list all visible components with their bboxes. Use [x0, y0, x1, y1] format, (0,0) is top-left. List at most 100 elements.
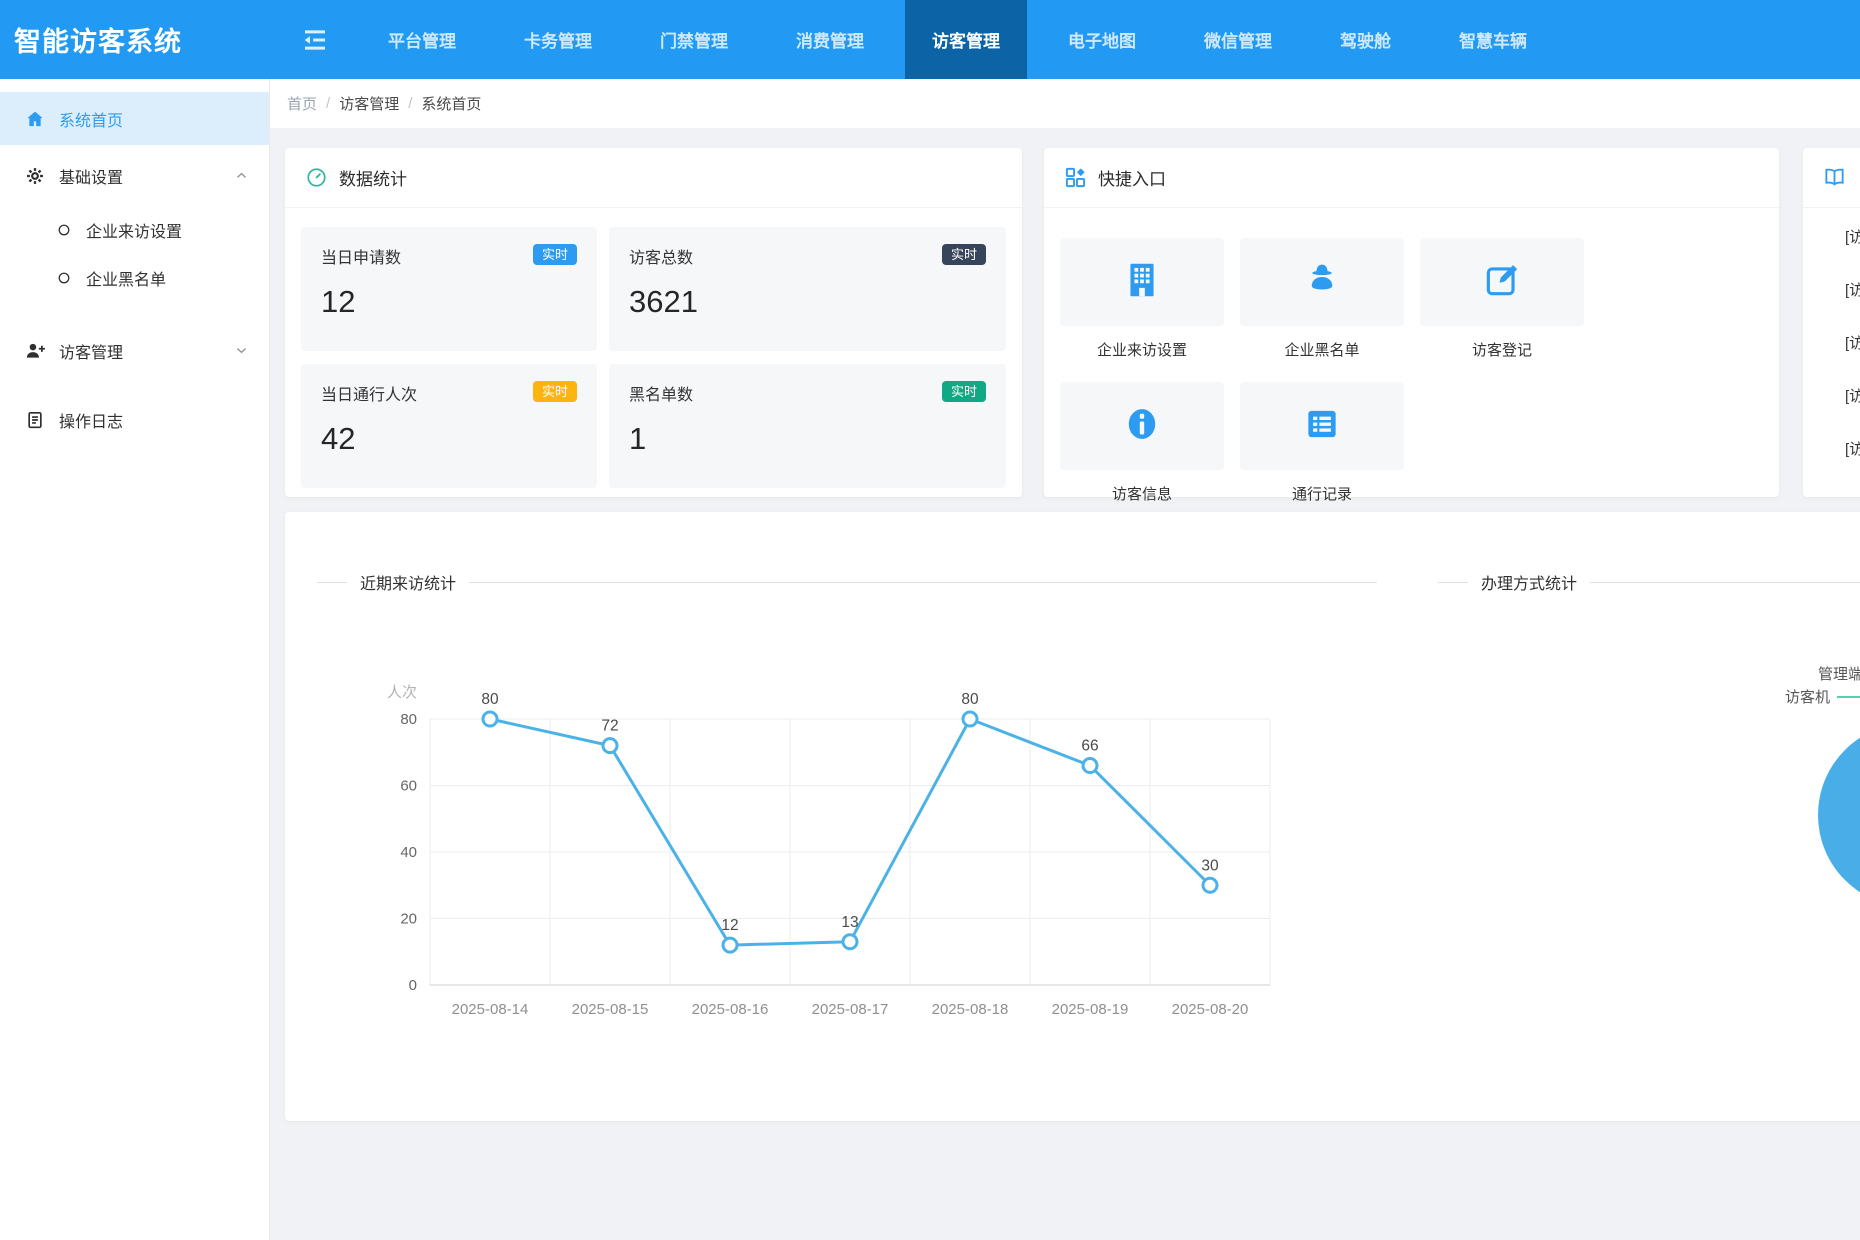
notice-item-3[interactable]: [访 — [1845, 316, 1860, 369]
main-content: 数据统计 当日申请数实时12访客总数实时3621当日通行人次实时42黑名单数实时… — [270, 128, 1860, 1240]
stat-badge: 实时 — [533, 381, 577, 402]
nav-item-8[interactable]: 驾驶舱 — [1313, 0, 1418, 79]
stats-card: 数据统计 当日申请数实时12访客总数实时3621当日通行人次实时42黑名单数实时… — [285, 148, 1022, 497]
breadcrumb-item-1[interactable]: 首页 — [287, 93, 317, 114]
svg-text:80: 80 — [400, 711, 417, 728]
stat-badge: 实时 — [942, 244, 986, 265]
user-plus-icon — [25, 341, 45, 361]
nav-menu: 平台管理卡务管理门禁管理消费管理访客管理电子地图微信管理驾驶舱智慧车辆 — [354, 0, 1561, 79]
stat-value: 12 — [321, 284, 577, 320]
stat-value: 3621 — [629, 284, 986, 320]
notice-item-1[interactable]: [访 — [1845, 210, 1860, 263]
svg-text:2025-08-15: 2025-08-15 — [572, 1001, 649, 1018]
svg-text:13: 13 — [841, 914, 858, 931]
stat-box-3: 当日通行人次实时42 — [301, 364, 597, 488]
stats-card-title: 数据统计 — [339, 165, 407, 190]
shortcuts-card-header: 快捷入口 — [1044, 148, 1779, 208]
pie-label-kiosk: 访客机 — [1785, 686, 1860, 707]
sidebar-item-2[interactable]: 基础设置 — [0, 149, 269, 202]
grid-icon — [1064, 166, 1087, 189]
nav-item-3[interactable]: 门禁管理 — [633, 0, 755, 79]
methods-chart-divider: 办理方式统计 — [1438, 570, 1860, 594]
visits-chart-title: 近期来访统计 — [360, 570, 456, 594]
svg-text:2025-08-18: 2025-08-18 — [932, 1001, 1009, 1018]
app-logo: 智能访客系统 — [0, 0, 270, 79]
spy-icon — [1301, 259, 1343, 306]
home-icon — [25, 109, 45, 129]
stat-badge: 实时 — [942, 381, 986, 402]
notice-list: [访[访[访[访[访 — [1803, 208, 1860, 475]
charts-card: 近期来访统计 办理方式统计 020406080人次2025-08-142025-… — [285, 512, 1860, 1121]
nav-item-1[interactable]: 平台管理 — [361, 0, 483, 79]
sidebar-item-label: 基础设置 — [59, 164, 123, 188]
gear-icon — [25, 166, 45, 186]
breadcrumb-item-3: 系统首页 — [421, 93, 481, 114]
building-icon — [1121, 259, 1163, 306]
shortcut-4[interactable]: 访客信息 — [1060, 382, 1224, 504]
shortcut-label: 企业来访设置 — [1060, 339, 1224, 360]
visits-chart-divider: 近期来访统计 — [317, 570, 1377, 594]
sidebar: 系统首页基础设置企业来访设置企业黑名单访客管理操作日志 — [0, 79, 270, 1240]
svg-text:12: 12 — [721, 917, 738, 934]
sidebar-subitem-2-2[interactable]: 企业黑名单 — [0, 254, 269, 302]
stat-badge: 实时 — [533, 244, 577, 265]
breadcrumb-separator: / — [326, 95, 330, 112]
circle-icon — [57, 271, 71, 285]
shortcut-2[interactable]: 企业黑名单 — [1240, 238, 1404, 360]
stat-value: 1 — [629, 421, 986, 457]
breadcrumb-item-2[interactable]: 访客管理 — [339, 93, 399, 114]
svg-text:2025-08-20: 2025-08-20 — [1172, 1001, 1249, 1018]
breadcrumb-separator: / — [408, 95, 412, 112]
sidebar-item-4[interactable]: 操作日志 — [0, 393, 269, 446]
shortcuts-card: 快捷入口 企业来访设置企业黑名单访客登记访客信息通行记录 — [1044, 148, 1779, 497]
stat-label: 当日申请数 — [321, 244, 401, 268]
breadcrumb: 首页 / 访客管理 / 系统首页 — [270, 79, 1860, 128]
shortcuts-card-title: 快捷入口 — [1098, 165, 1166, 190]
svg-text:40: 40 — [400, 844, 417, 861]
svg-text:30: 30 — [1201, 857, 1219, 874]
shortcut-3[interactable]: 访客登记 — [1420, 238, 1584, 360]
info-icon — [1121, 403, 1163, 450]
nav-item-5[interactable]: 访客管理 — [905, 0, 1027, 79]
chevron-down-icon — [234, 343, 249, 358]
nav-item-2[interactable]: 卡务管理 — [497, 0, 619, 79]
book-icon — [1823, 166, 1846, 189]
records-icon — [1301, 403, 1343, 450]
svg-text:2025-08-19: 2025-08-19 — [1052, 1001, 1129, 1018]
stat-label: 黑名单数 — [629, 381, 693, 405]
sidebar-subitem-2-1[interactable]: 企业来访设置 — [0, 206, 269, 254]
notice-item-4[interactable]: [访 — [1845, 369, 1860, 422]
stat-box-4: 黑名单数 实时 1 — [609, 364, 1006, 488]
methods-pie-chart — [1818, 723, 1860, 907]
sidebar-item-3[interactable]: 访客管理 — [0, 324, 269, 377]
sidebar-item-label: 操作日志 — [59, 408, 123, 432]
shortcut-5[interactable]: 通行记录 — [1240, 382, 1404, 504]
visits-line-chart: 020406080人次2025-08-142025-08-152025-08-1… — [345, 662, 1305, 1042]
stat-label: 访客总数 — [629, 244, 693, 268]
app: 智能访客系统 平台管理卡务管理门禁管理消费管理访客管理电子地图微信管理驾驶舱智慧… — [0, 0, 1860, 1240]
notice-card-header — [1803, 148, 1860, 208]
stat-value: 42 — [321, 421, 577, 457]
sidebar-subitem-label: 企业来访设置 — [86, 218, 182, 242]
svg-text:20: 20 — [400, 911, 417, 928]
stats-grid: 当日申请数实时12访客总数实时3621当日通行人次实时42黑名单数实时1 — [285, 208, 1022, 507]
nav-item-7[interactable]: 微信管理 — [1177, 0, 1299, 79]
nav-item-4[interactable]: 消费管理 — [769, 0, 891, 79]
notice-item-2[interactable]: [访 — [1845, 263, 1860, 316]
chevron-up-icon — [234, 168, 249, 183]
pie-label-line — [1837, 696, 1860, 698]
shortcut-1[interactable]: 企业来访设置 — [1060, 238, 1224, 360]
menu-fold-icon[interactable] — [300, 0, 330, 79]
shortcut-label: 通行记录 — [1240, 483, 1404, 504]
circle-icon — [57, 223, 71, 237]
nav-item-9[interactable]: 智慧车辆 — [1432, 0, 1554, 79]
breadcrumb-bar: 首页 / 访客管理 / 系统首页 — [270, 79, 1860, 128]
nav-item-6[interactable]: 电子地图 — [1041, 0, 1163, 79]
svg-text:0: 0 — [409, 977, 417, 994]
sidebar-item-1[interactable]: 系统首页 — [0, 92, 269, 145]
notice-item-5[interactable]: [访 — [1845, 422, 1860, 475]
shortcuts-grid: 企业来访设置企业黑名单访客登记访客信息通行记录 — [1044, 208, 1779, 526]
stat-box-1: 当日申请数 实时 12 — [301, 227, 597, 351]
stats-card-header: 数据统计 — [285, 148, 1022, 208]
top-navbar: 智能访客系统 平台管理卡务管理门禁管理消费管理访客管理电子地图微信管理驾驶舱智慧… — [0, 0, 1860, 79]
